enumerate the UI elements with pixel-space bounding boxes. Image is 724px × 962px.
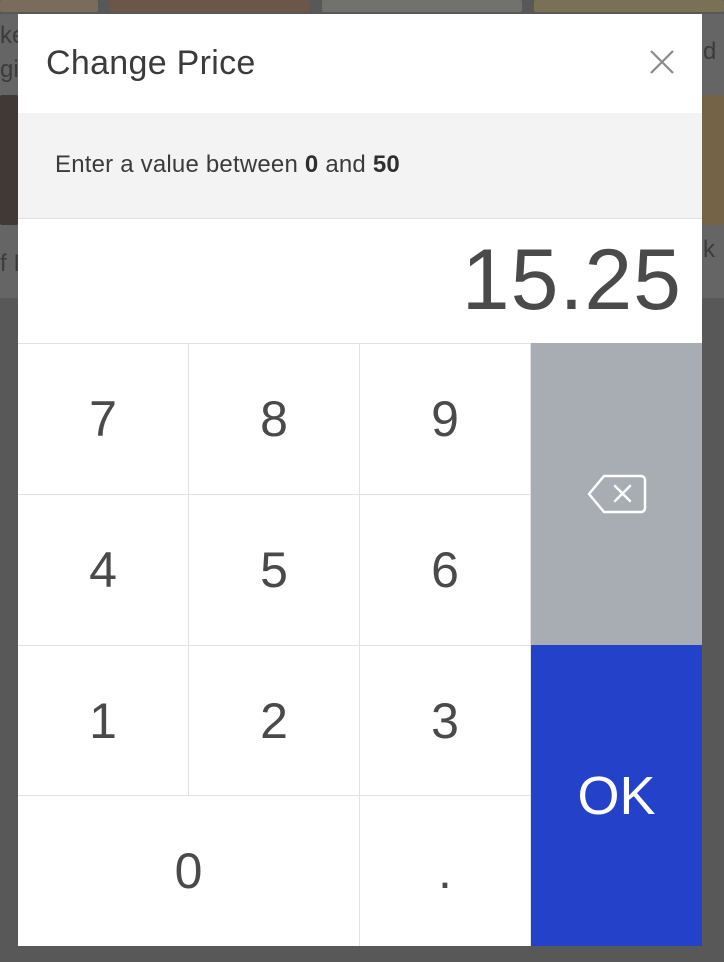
numeric-keypad: 7 8 9 4 5 6 1 2 3 0 . OK <box>18 343 702 946</box>
key-2[interactable]: 2 <box>189 645 360 795</box>
price-value: 15.25 <box>461 232 682 328</box>
key-decimal[interactable]: . <box>360 795 531 946</box>
key-7[interactable]: 7 <box>18 343 189 494</box>
key-5[interactable]: 5 <box>189 494 360 645</box>
range-middle: and <box>318 151 373 178</box>
backspace-button[interactable] <box>531 343 702 645</box>
change-price-dialog: Change Price Enter a value between 0 and… <box>18 14 702 946</box>
key-9[interactable]: 9 <box>360 343 531 494</box>
range-min: 0 <box>304 151 319 178</box>
close-button[interactable] <box>642 42 682 82</box>
dialog-header: Change Price <box>18 14 702 113</box>
ok-button[interactable]: OK <box>531 645 702 946</box>
key-1[interactable]: 1 <box>18 645 189 795</box>
price-display: 15.25 <box>18 219 702 343</box>
key-4[interactable]: 4 <box>18 494 189 645</box>
range-info-text: Enter a value between 0 and 50 <box>55 151 400 179</box>
backspace-icon <box>587 474 646 514</box>
key-8[interactable]: 8 <box>189 343 360 494</box>
range-prefix: Enter a value between <box>55 151 305 178</box>
key-3[interactable]: 3 <box>360 645 531 795</box>
close-icon <box>650 50 674 74</box>
dialog-title: Change Price <box>46 44 256 82</box>
range-info-bar: Enter a value between 0 and 50 <box>18 113 702 219</box>
key-6[interactable]: 6 <box>360 494 531 645</box>
range-max: 50 <box>372 151 400 178</box>
key-0[interactable]: 0 <box>18 795 360 946</box>
